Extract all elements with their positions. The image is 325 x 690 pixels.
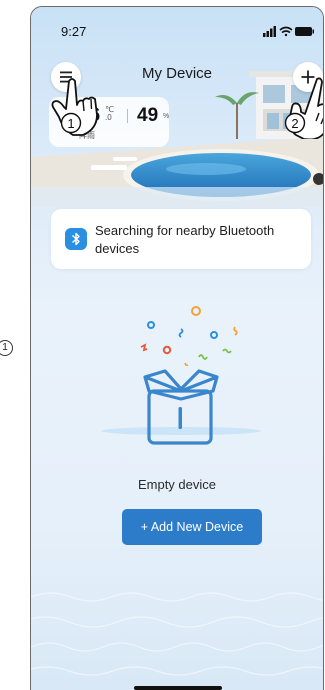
water-ripple-background	[31, 592, 323, 676]
status-time: 9:27	[61, 24, 87, 39]
humidity-value: 49	[137, 105, 159, 126]
status-icons	[263, 26, 314, 37]
bluetooth-icon	[65, 228, 87, 250]
home-indicator[interactable]	[134, 686, 222, 690]
humidity-unit: %	[163, 113, 170, 120]
temperature-unit: ℃ .0	[105, 105, 114, 122]
weather-divider	[127, 109, 128, 123]
wifi-icon	[279, 26, 293, 37]
add-new-device-button[interactable]: + Add New Device	[122, 509, 262, 545]
pointing-hand-icon: 2	[284, 77, 323, 139]
empty-state-label: Empty device	[137, 477, 217, 492]
annotation-marker-outer: 1	[0, 340, 13, 356]
open-gift-box-icon	[101, 306, 261, 445]
phone-screen: 9:27 My Device ℃ .0 49 % 阵雨 1 2 Searchin…	[30, 6, 324, 690]
hand-marker-1: 1	[67, 116, 74, 131]
status-bar: 9:27	[31, 7, 323, 51]
battery-icon	[295, 27, 314, 36]
hand-marker-2: 2	[291, 116, 298, 131]
bluetooth-search-message: Searching for nearby Bluetooth devices	[95, 223, 275, 256]
pointing-hand-icon: 1	[51, 78, 98, 136]
bluetooth-search-card[interactable]: Searching for nearby Bluetooth devices	[51, 209, 311, 269]
signal-bars-icon	[263, 26, 276, 37]
